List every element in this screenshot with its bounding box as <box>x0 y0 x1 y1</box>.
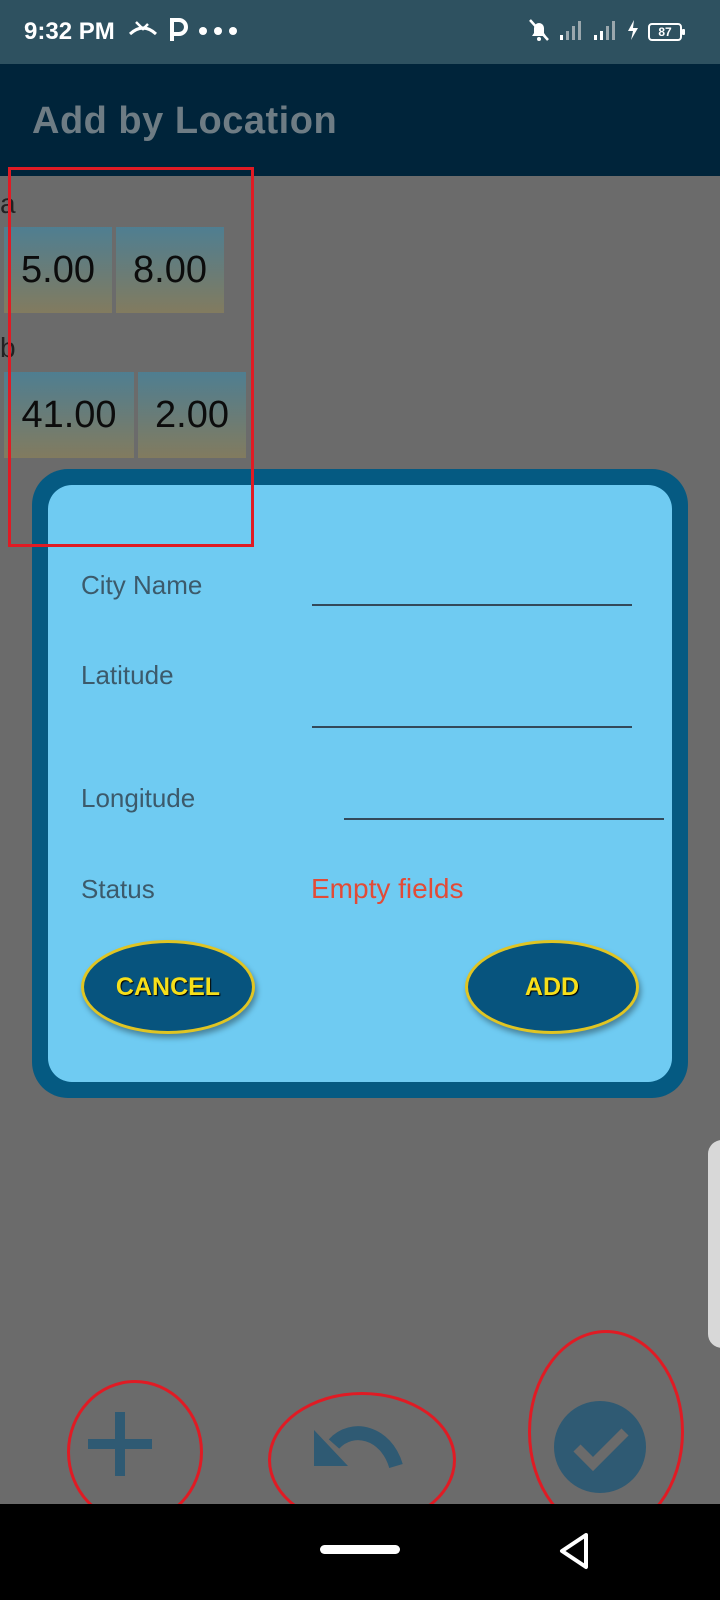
parking-icon <box>168 17 188 48</box>
battery-icon: 87 <box>648 23 685 41</box>
back-icon[interactable] <box>556 1531 592 1576</box>
latitude-label: Latitude <box>81 660 174 690</box>
annotation-circle <box>67 1380 203 1524</box>
missed-call-icon <box>128 18 158 47</box>
longitude-label: Longitude <box>81 783 196 813</box>
status-value: Empty fields <box>311 873 464 904</box>
edge-panel-handle[interactable] <box>708 1140 720 1348</box>
cancel-button[interactable]: CANCEL <box>81 940 255 1034</box>
bell-off-icon <box>528 18 550 47</box>
charging-icon <box>626 19 640 46</box>
city-name-label: City Name <box>81 570 203 600</box>
city-name-input[interactable] <box>312 604 632 606</box>
status-system-icons: 87 <box>528 14 685 50</box>
more-dots-icon <box>198 23 238 41</box>
app-bar: Add by Location <box>0 64 720 176</box>
longitude-input[interactable] <box>344 818 664 820</box>
status-bar: 9:32 PM 87 <box>0 0 720 64</box>
status-time: 9:32 PM <box>24 18 115 45</box>
signal-icon <box>592 19 618 46</box>
latitude-input[interactable] <box>312 726 632 728</box>
add-button[interactable]: ADD <box>465 940 639 1034</box>
signal-icon <box>558 19 584 46</box>
annotation-rectangle <box>8 167 254 547</box>
home-gesture-bar[interactable] <box>320 1545 400 1554</box>
status-notification-icons <box>128 14 238 50</box>
page-title: Add by Location <box>32 100 338 142</box>
status-label: Status <box>81 874 155 904</box>
